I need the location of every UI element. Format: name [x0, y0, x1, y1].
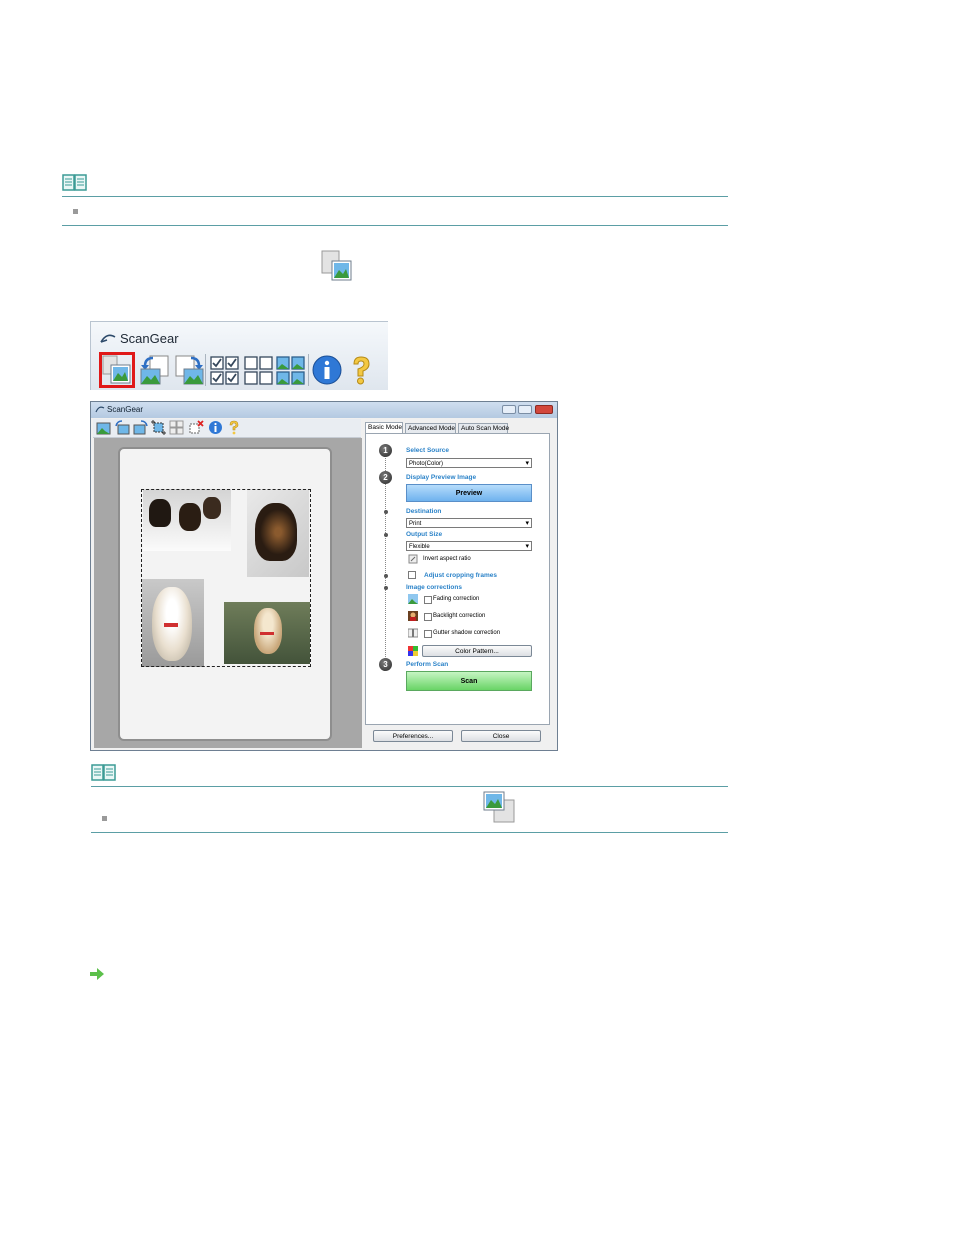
- color-pattern-button[interactable]: Color Pattern...: [422, 645, 532, 657]
- invert-aspect-label: Invert aspect ratio: [423, 556, 471, 562]
- color-pattern-icon: [408, 646, 418, 656]
- rotate-right-icon[interactable]: [133, 420, 148, 435]
- note-bullet: [102, 816, 107, 821]
- remove-frame-icon[interactable]: [189, 420, 204, 435]
- thumbnail-button[interactable]: [99, 352, 135, 388]
- preview-icon: [321, 250, 352, 281]
- step-connector: [385, 452, 387, 667]
- backlight-correction-label: Backlight correction: [433, 613, 486, 619]
- note-bottom-rule: [62, 225, 728, 226]
- tab-auto-scan-mode[interactable]: Auto Scan Mode: [458, 423, 509, 433]
- thumbnail-icon[interactable]: [96, 420, 111, 435]
- toolbar-title-text: ScanGear: [120, 331, 179, 346]
- toolbar-separator: [308, 354, 309, 386]
- output-size-select[interactable]: Flexible: [406, 541, 532, 552]
- basic-mode-panel: 1 Select Source Photo(Color) 2 Display P…: [365, 433, 550, 725]
- rotate-left-icon[interactable]: [115, 420, 130, 435]
- note-top-rule: [62, 196, 728, 197]
- preview-button[interactable]: Preview: [406, 484, 532, 502]
- note-bullet: [73, 209, 78, 214]
- preview-toolbar: [93, 419, 361, 438]
- info-icon[interactable]: [208, 420, 223, 435]
- tab-basic-mode[interactable]: Basic Mode: [365, 422, 403, 433]
- tab-advanced-mode[interactable]: Advanced Mode: [405, 423, 456, 433]
- select-source-label: Select Source: [406, 447, 449, 454]
- invert-aspect-icon[interactable]: [408, 554, 418, 564]
- thumbnail-icon: [102, 355, 131, 384]
- destination-select[interactable]: Print: [406, 518, 532, 529]
- adjust-cropping-checkbox[interactable]: [408, 571, 416, 579]
- maximize-button[interactable]: [518, 405, 532, 414]
- perform-scan-label: Perform Scan: [406, 661, 449, 668]
- note-bottom-rule: [91, 832, 728, 833]
- check-all-icon[interactable]: [169, 420, 184, 435]
- close-button[interactable]: Close: [461, 730, 541, 742]
- info-icon[interactable]: [311, 354, 343, 386]
- close-window-button[interactable]: [535, 405, 553, 414]
- whole-image-icon: [483, 791, 515, 823]
- adjust-cropping-label: Adjust cropping frames: [424, 572, 497, 579]
- destination-label: Destination: [406, 508, 442, 515]
- auto-crop-icon[interactable]: [151, 420, 166, 435]
- window-title: ScanGear: [107, 405, 144, 414]
- backlight-correction-checkbox[interactable]: [424, 613, 432, 621]
- step-1-badge: 1: [379, 444, 392, 457]
- cropping-frame[interactable]: [141, 489, 311, 667]
- scangear-logo-icon: [95, 406, 105, 413]
- gutter-shadow-label: Gutter shadow correction: [433, 630, 501, 636]
- rotate-right-icon[interactable]: [173, 354, 205, 386]
- backlight-correction-icon: [408, 611, 418, 621]
- display-preview-label: Display Preview Image: [406, 474, 477, 481]
- fading-correction-label: Fading correction: [433, 596, 480, 602]
- scangear-toolbar-crop: ScanGear: [90, 321, 388, 390]
- gutter-shadow-icon: [408, 628, 418, 638]
- step-3-badge: 3: [379, 658, 392, 671]
- scangear-logo-icon: [100, 334, 116, 343]
- gutter-shadow-checkbox[interactable]: [424, 630, 432, 638]
- step-dot: [384, 586, 388, 590]
- check-all-icon[interactable]: [209, 354, 241, 386]
- step-dot: [384, 510, 388, 514]
- step-dot: [384, 574, 388, 578]
- help-icon[interactable]: [226, 420, 241, 435]
- step-dot: [384, 533, 388, 537]
- toolbar-title: ScanGear: [100, 331, 179, 346]
- note-top-rule: [91, 786, 728, 787]
- arrow-right-icon[interactable]: [90, 968, 104, 980]
- note-icon: [62, 174, 87, 191]
- help-icon[interactable]: [345, 354, 377, 386]
- output-size-label: Output Size: [406, 531, 443, 538]
- step-2-badge: 2: [379, 471, 392, 484]
- scan-button[interactable]: Scan: [406, 671, 532, 691]
- preferences-button[interactable]: Preferences...: [373, 730, 453, 742]
- fading-correction-checkbox[interactable]: [424, 596, 432, 604]
- window-title-bar: ScanGear: [91, 402, 557, 418]
- note-icon: [91, 764, 116, 781]
- toolbar-separator: [205, 354, 206, 386]
- minimize-button[interactable]: [502, 405, 516, 414]
- scangear-window: ScanGear Basic Mode Advanced Mode Auto S…: [90, 401, 558, 751]
- image-corrections-label: Image corrections: [406, 584, 462, 591]
- fading-correction-icon: [408, 594, 418, 604]
- select-all-frames-icon[interactable]: [275, 354, 307, 386]
- uncheck-all-icon[interactable]: [243, 354, 275, 386]
- rotate-left-icon[interactable]: [139, 354, 171, 386]
- source-select[interactable]: Photo(Color): [406, 458, 532, 469]
